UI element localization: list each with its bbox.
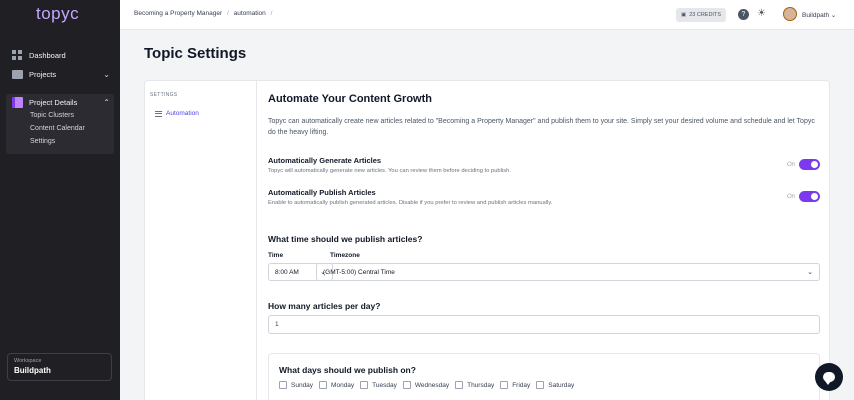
day-saturday[interactable]: Saturday	[536, 381, 574, 389]
app-logo[interactable]: topyc	[36, 4, 79, 24]
checkbox[interactable]	[536, 381, 545, 389]
top-bar: Becoming a Property Manager / automation…	[120, 0, 854, 30]
credits-badge[interactable]: ▣ 23 CREDITS	[676, 8, 726, 22]
checkbox[interactable]	[319, 381, 328, 389]
day-friday[interactable]: Friday	[500, 381, 530, 389]
day-monday[interactable]: Monday	[319, 381, 354, 389]
day-label: Tuesday	[372, 381, 397, 389]
book-icon	[12, 97, 23, 108]
sidebar-item-topic-clusters[interactable]: Topic Clusters	[30, 112, 74, 119]
publish-days-heading: What days should we publish on?	[279, 365, 416, 375]
credits-label: 23 CREDITS	[689, 12, 721, 18]
help-icon[interactable]: ?	[738, 9, 749, 20]
avatar[interactable]	[783, 7, 797, 21]
auto-generate-toggle-group: On	[787, 159, 820, 170]
sidebar: topyc Dashboard Projects ⌄ Project Detai…	[0, 0, 120, 400]
breadcrumb-separator: /	[270, 10, 273, 17]
auto-generate-toggle[interactable]	[799, 159, 820, 170]
time-label: Time	[268, 252, 284, 259]
auto-publish-desc: Enable to automatically publish generate…	[268, 200, 553, 206]
sidebar-item-project-details[interactable]: Project Details ⌃	[12, 97, 110, 108]
auto-publish-toggle[interactable]	[799, 191, 820, 202]
sidebar-item-label: Dashboard	[29, 51, 66, 60]
section-heading: Automate Your Content Growth	[268, 93, 432, 105]
checkbox[interactable]	[455, 381, 464, 389]
checkbox[interactable]	[500, 381, 509, 389]
page-title: Topic Settings	[144, 45, 247, 62]
day-thursday[interactable]: Thursday	[455, 381, 494, 389]
publish-days-row: Sunday Monday Tuesday Wednesday Thursday…	[279, 381, 580, 389]
day-sunday[interactable]: Sunday	[279, 381, 313, 389]
settings-nav-automation-label: Automation	[166, 110, 199, 117]
timezone-label: Timezone	[330, 252, 360, 259]
day-label: Wednesday	[414, 381, 450, 389]
breadcrumb-separator: /	[226, 10, 229, 17]
sidebar-item-settings[interactable]: Settings	[30, 138, 55, 145]
sidebar-item-content-calendar[interactable]: Content Calendar	[30, 125, 85, 132]
checkbox[interactable]	[360, 381, 369, 389]
day-label: Sunday	[291, 381, 314, 389]
publish-time-heading: What time should we publish articles?	[268, 234, 423, 244]
auto-publish-toggle-group: On	[787, 191, 820, 202]
day-label: Friday	[512, 381, 531, 389]
day-label: Monday	[331, 381, 355, 389]
time-select-value: 8:00 AM	[275, 268, 299, 276]
settings-card: SETTINGS Automation Automate Your Conten…	[144, 80, 830, 400]
toggle-state-label: On	[786, 161, 795, 168]
grid-icon	[12, 50, 23, 61]
chat-icon[interactable]	[815, 363, 843, 391]
user-menu[interactable]: Buildpath ⌄	[802, 11, 836, 19]
auto-publish-title: Automatically Publish Articles	[268, 188, 376, 197]
day-label: Thursday	[467, 381, 495, 389]
timezone-select[interactable]: (GMT-5:00) Central Time ⌄	[316, 263, 820, 281]
settings-nav-automation[interactable]: Automation	[155, 110, 199, 117]
publish-days-box: What days should we publish on? Sunday M…	[268, 353, 820, 400]
toggle-knob	[811, 161, 818, 168]
list-icon	[155, 110, 162, 117]
settings-section-label: SETTINGS	[150, 92, 178, 98]
checkbox[interactable]	[402, 381, 411, 389]
breadcrumb-project[interactable]: Becoming a Property Manager	[134, 10, 222, 17]
sidebar-item-projects[interactable]: Projects ⌄	[12, 70, 110, 79]
day-wednesday[interactable]: Wednesday	[402, 381, 450, 389]
toggle-state-label: On	[786, 193, 795, 200]
chevron-up-icon: ⌃	[103, 98, 110, 107]
breadcrumb: Becoming a Property Manager / automation…	[134, 10, 275, 17]
sidebar-item-label: Project Details	[29, 98, 78, 107]
day-label: Saturday	[548, 381, 575, 389]
credits-icon: ▣	[681, 12, 687, 18]
chevron-down-icon: ⌄	[807, 269, 813, 276]
chevron-down-icon: ⌄	[103, 70, 110, 79]
workspace-label: Workspace	[14, 358, 42, 364]
workspace-name: Buildpath	[14, 366, 51, 375]
timezone-select-value: (GMT-5:00) Central Time	[323, 268, 395, 276]
auto-generate-title: Automatically Generate Articles	[268, 156, 382, 165]
per-day-heading: How many articles per day?	[268, 301, 381, 311]
sidebar-item-dashboard[interactable]: Dashboard	[12, 50, 66, 61]
sidebar-item-label: Projects	[29, 70, 57, 79]
settings-nav: SETTINGS Automation	[145, 81, 257, 400]
folder-icon	[12, 70, 23, 79]
checkbox[interactable]	[279, 381, 287, 389]
articles-per-day-input[interactable]: 1	[268, 315, 820, 334]
toggle-knob	[811, 193, 818, 200]
section-description: Topyc can automatically create new artic…	[268, 118, 815, 136]
chat-bubble-shape	[823, 372, 835, 385]
theme-toggle-icon[interactable]: ☀	[757, 8, 766, 19]
day-tuesday[interactable]: Tuesday	[360, 381, 397, 389]
auto-generate-desc: Topyc will automatically generate new ar…	[268, 168, 511, 174]
breadcrumb-automation[interactable]: automation	[234, 10, 266, 17]
workspace-switcher[interactable]: Workspace Buildpath	[7, 353, 112, 381]
